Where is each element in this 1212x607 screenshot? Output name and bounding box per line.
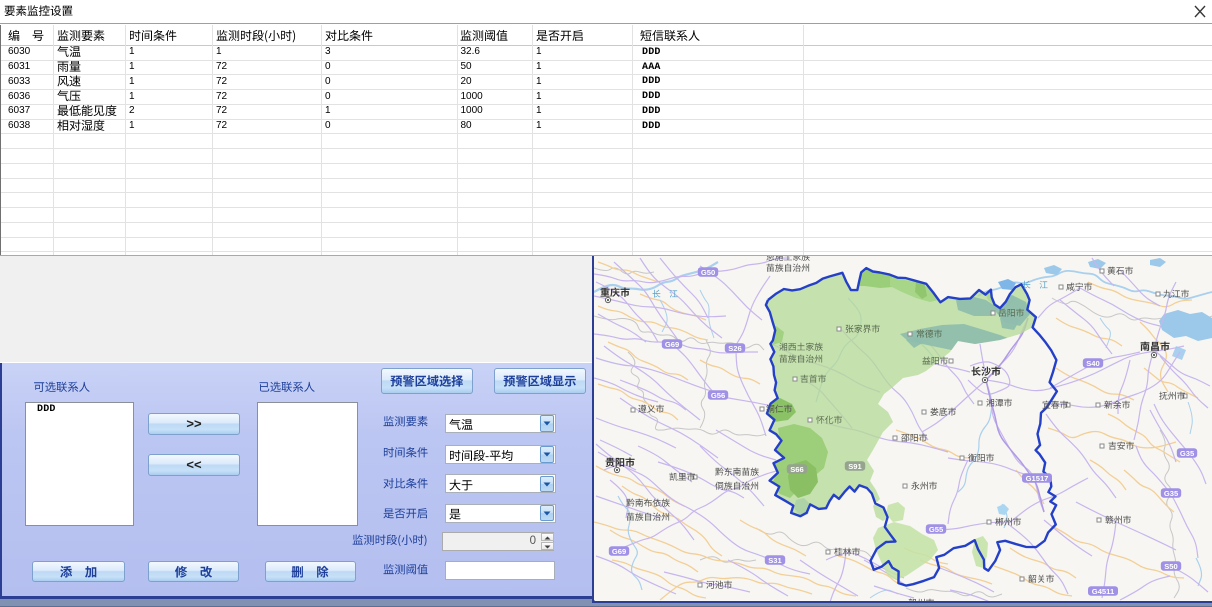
- svg-text:G35: G35: [1180, 449, 1195, 458]
- svg-text:G4511: G4511: [1092, 587, 1115, 596]
- svg-text:G69: G69: [612, 547, 626, 556]
- svg-text:G50: G50: [701, 268, 715, 277]
- svg-text:G56: G56: [711, 391, 725, 400]
- svg-text:S26: S26: [728, 344, 742, 353]
- svg-text:S31: S31: [768, 556, 782, 565]
- svg-text:S40: S40: [1086, 359, 1100, 368]
- svg-text:S50: S50: [1164, 562, 1178, 571]
- svg-text:G1517: G1517: [1026, 474, 1049, 483]
- svg-text:S66: S66: [790, 465, 804, 474]
- svg-text:G55: G55: [929, 525, 944, 534]
- svg-text:S91: S91: [848, 462, 862, 471]
- svg-text:G35: G35: [1164, 489, 1179, 498]
- svg-text:G69: G69: [665, 340, 679, 349]
